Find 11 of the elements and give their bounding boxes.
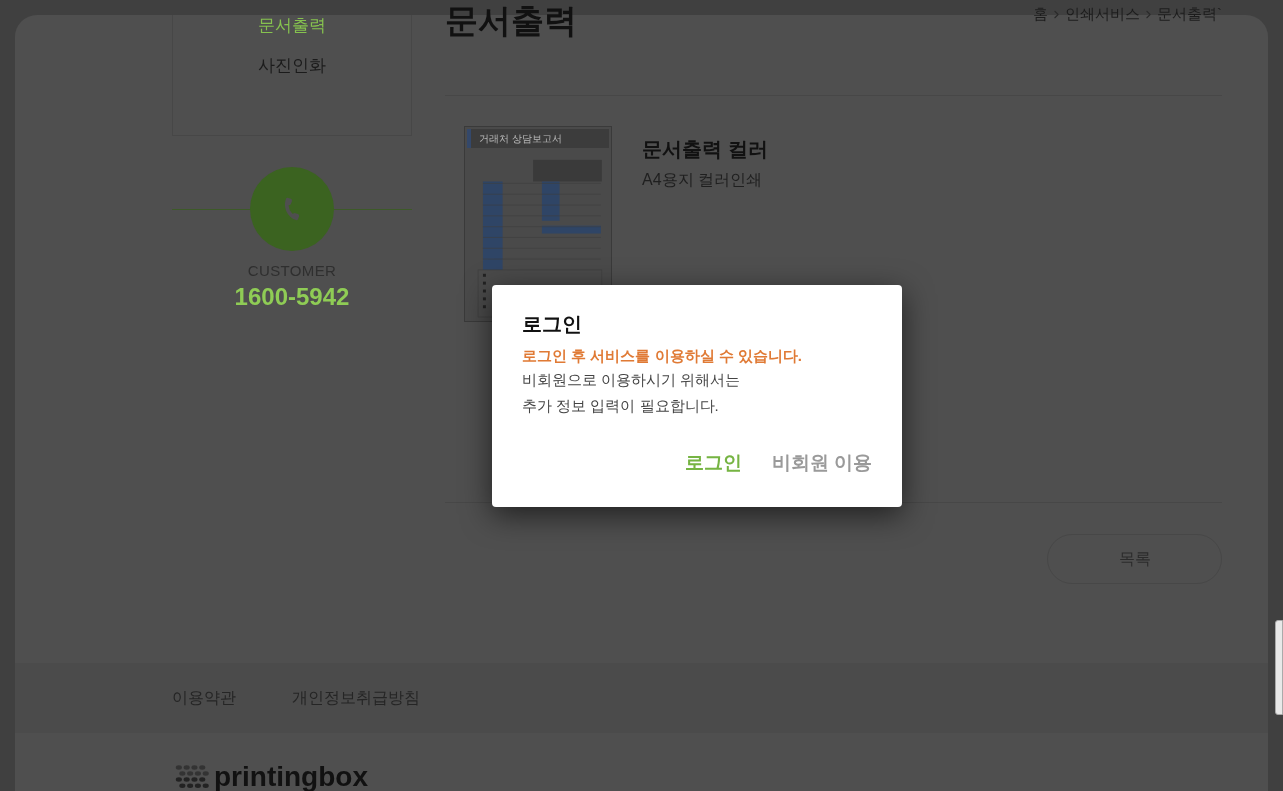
login-button[interactable]: 로그인 — [684, 449, 742, 478]
customer-phone: 1600-5942 — [234, 282, 350, 311]
page-title: 문서출력 — [445, 1, 577, 41]
guest-button[interactable]: 비회원 이용 — [771, 449, 872, 478]
dialog-notice: 로그인 후 서비스를 이용하실 수 있습니다. — [522, 346, 803, 366]
dialog-message: 비회원으로 이용하시기 위해서는 — [522, 370, 742, 390]
dialog-title: 로그인 — [522, 312, 583, 337]
product-name: 문서출력 컬러 — [642, 137, 768, 162]
thumbnail-title: 거래처 상담보고서 — [467, 129, 609, 148]
sidebar-item[interactable]: 문서출력 — [258, 15, 326, 37]
dialog-message: 추가 정보 입력이 필요합니다. — [522, 396, 720, 416]
